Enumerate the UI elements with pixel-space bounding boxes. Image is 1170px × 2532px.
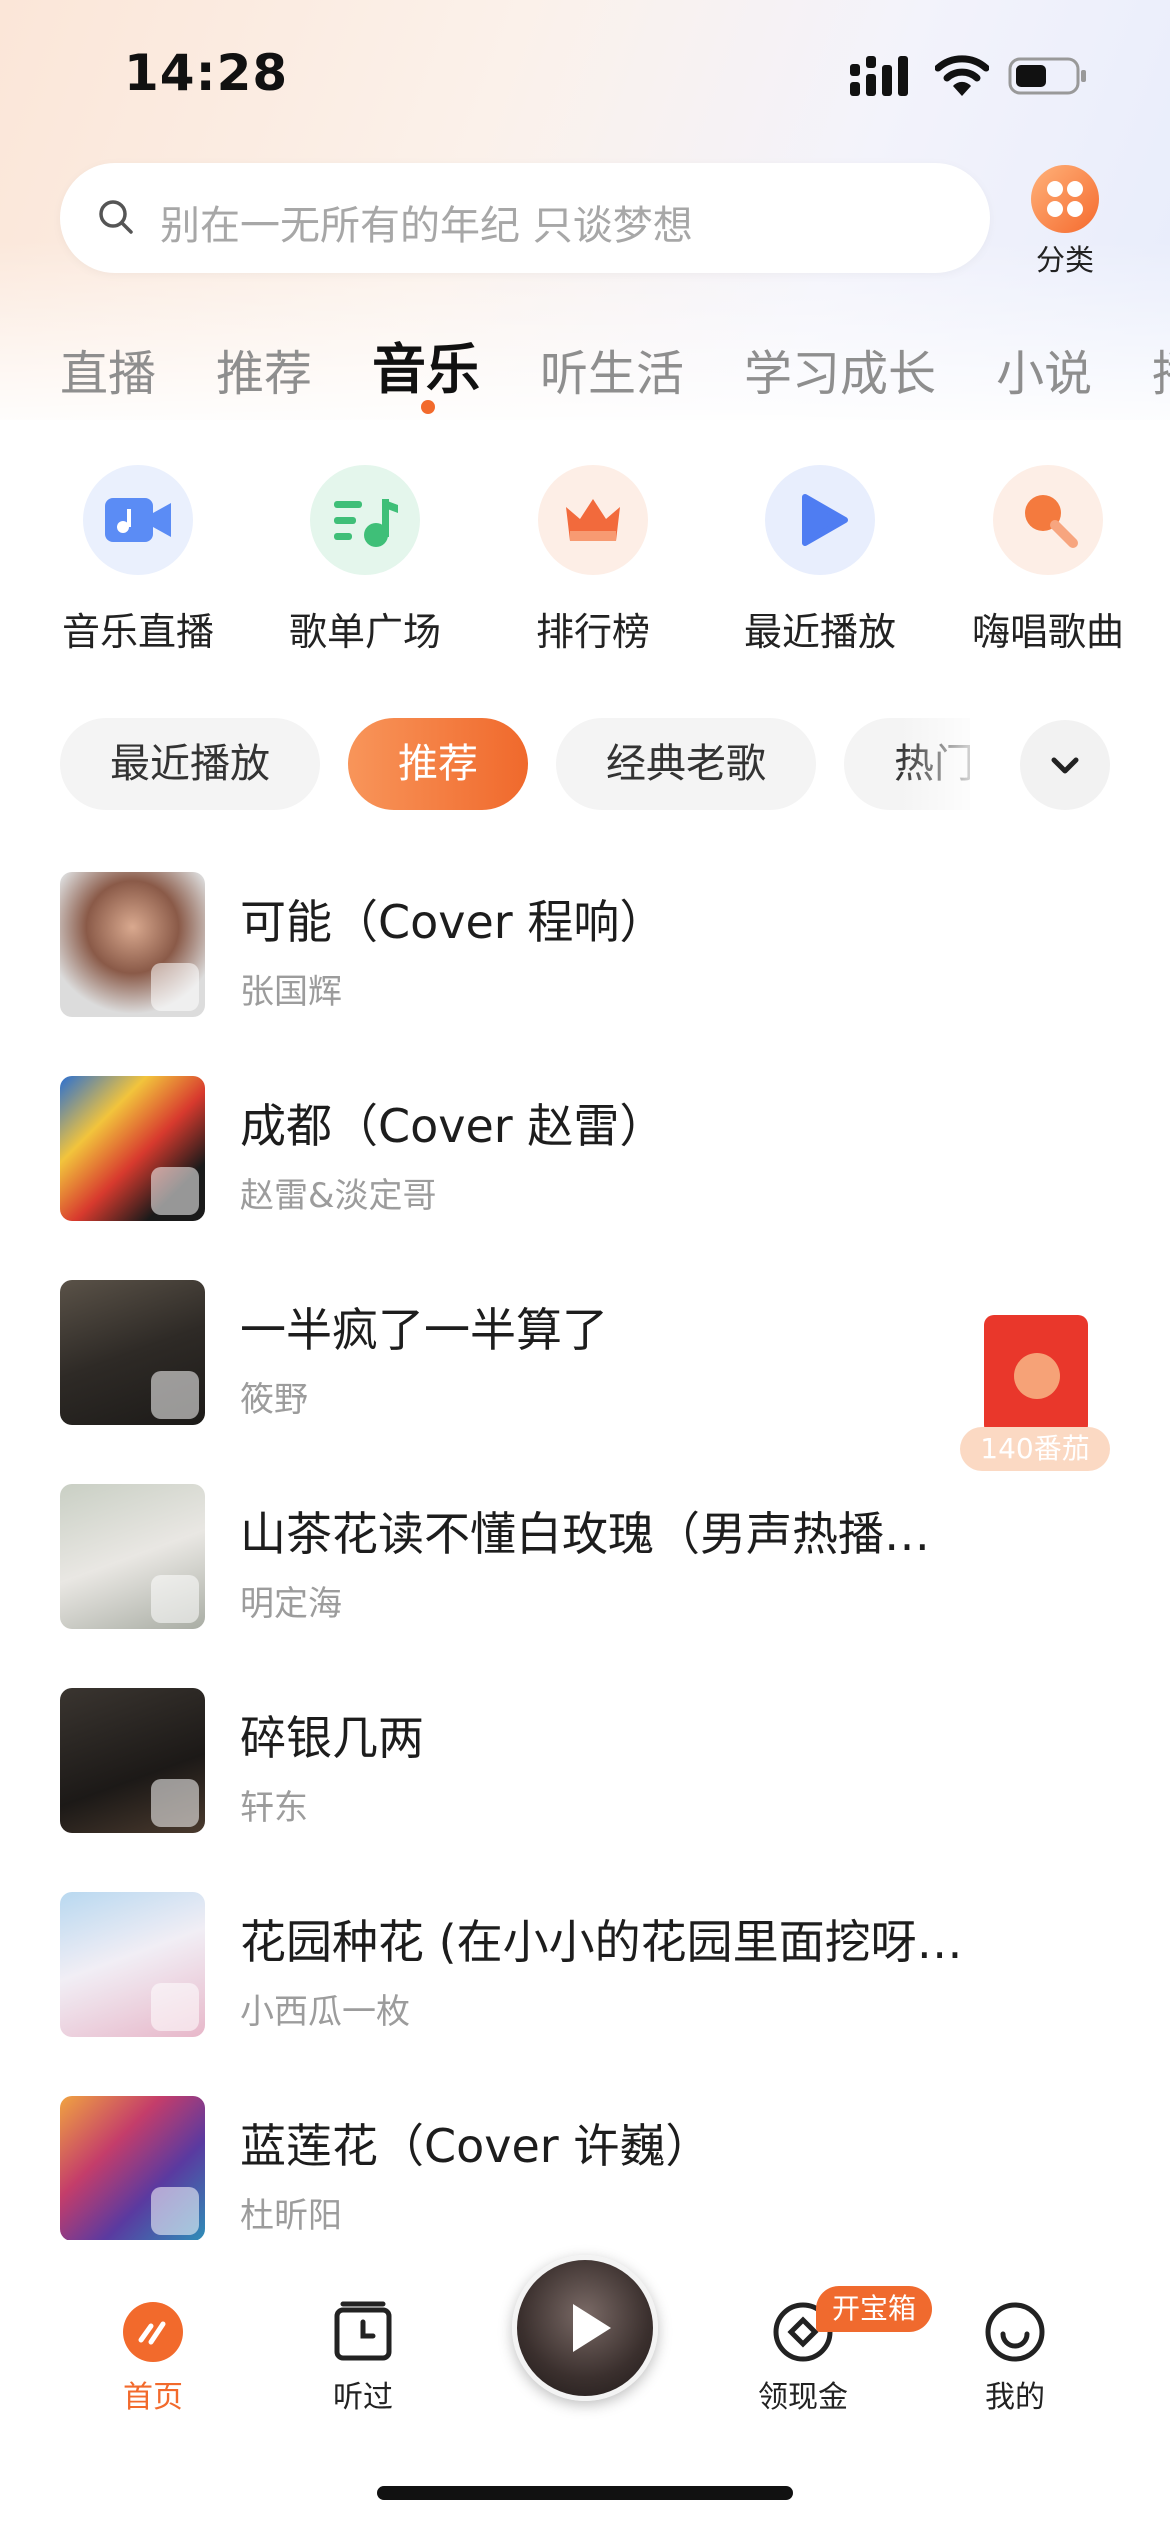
active-tab-indicator — [421, 400, 435, 414]
song-title: 碎银几两 — [240, 1711, 424, 1765]
red-packet-button[interactable] — [984, 1315, 1088, 1435]
tab-novel[interactable]: 小说 — [996, 334, 1092, 404]
playlist-icon — [310, 465, 420, 575]
headphone-icon — [151, 1983, 199, 2031]
tab-life[interactable]: 听生活 — [540, 334, 684, 404]
microphone-icon — [993, 465, 1103, 575]
coin-icon — [1014, 1353, 1060, 1399]
song-cover — [60, 2096, 205, 2241]
tab-learning[interactable]: 学习成长 — [744, 334, 936, 404]
song-item[interactable]: 可能（Cover 程响） 张国辉 — [60, 872, 1110, 1022]
shortcut-label: 排行榜 — [535, 610, 650, 654]
song-cover — [60, 1688, 205, 1833]
wifi-icon — [935, 55, 989, 96]
clock-icon — [331, 2300, 395, 2364]
cellular-signal-icon — [850, 56, 908, 96]
song-item[interactable]: 成都（Cover 赵雷） 赵雷&淡定哥 — [60, 1076, 1110, 1226]
song-artist: 小西瓜一枚 — [240, 1992, 410, 2032]
video-camera-icon — [83, 465, 193, 575]
song-cover — [60, 1892, 205, 2037]
song-title: 花园种花 (在小小的花园里面挖呀… — [240, 1915, 963, 1969]
tab-recommend[interactable]: 推荐 — [216, 334, 312, 404]
shortcut-playlist-square[interactable]: 歌单广场 — [265, 465, 465, 656]
song-cover — [60, 1076, 205, 1221]
category-label: 分类 — [1035, 243, 1094, 277]
headphone-icon — [151, 1371, 199, 1419]
song-artist: 明定海 — [240, 1584, 342, 1624]
song-artist: 筱野 — [240, 1380, 308, 1420]
song-artist: 赵雷&淡定哥 — [240, 1176, 437, 1216]
nav-label: 首页 — [123, 2380, 183, 2415]
chips-fade — [900, 712, 990, 816]
chip-classic[interactable]: 经典老歌 — [556, 718, 816, 810]
headphone-icon — [151, 1167, 199, 1215]
category-button[interactable]: 分类 — [1020, 160, 1110, 280]
song-item[interactable]: 花园种花 (在小小的花园里面挖呀… 小西瓜一枚 — [60, 1892, 1110, 2042]
song-title: 山茶花读不懂白玫瑰（男声热播… — [240, 1507, 930, 1561]
search-bar[interactable]: 别在一无所有的年纪 只谈梦想 — [60, 163, 990, 273]
chip-recent[interactable]: 最近播放 — [60, 718, 320, 810]
headphone-icon — [151, 1779, 199, 1827]
nav-home[interactable]: 首页 — [78, 2300, 228, 2416]
channel-tabs: 直播推荐音乐听生活学习成长小说播 — [60, 325, 1170, 415]
song-cover — [60, 872, 205, 1017]
search-placeholder: 别在一无所有的年纪 只谈梦想 — [160, 203, 693, 249]
search-icon — [99, 200, 133, 234]
shortcut-label: 歌单广场 — [288, 610, 441, 654]
shortcut-music-live[interactable]: 音乐直播 — [38, 465, 238, 656]
nav-label: 领现金 — [758, 2380, 848, 2415]
crown-icon — [538, 465, 648, 575]
red-packet-badge: 140番茄 — [960, 1427, 1110, 1471]
shortcut-charts[interactable]: 排行榜 — [493, 465, 693, 656]
nav-label: 听过 — [333, 2380, 393, 2415]
shortcut-recent-play[interactable]: 最近播放 — [720, 465, 920, 656]
song-artist: 轩东 — [240, 1788, 308, 1828]
nav-history[interactable]: 听过 — [288, 2300, 438, 2416]
song-item[interactable]: 山茶花读不懂白玫瑰（男声热播… 明定海 — [60, 1484, 1110, 1634]
song-cover — [60, 1280, 205, 1425]
tab-music[interactable]: 音乐 — [372, 325, 480, 404]
headphone-icon — [151, 2187, 199, 2235]
song-title: 成都（Cover 赵雷） — [240, 1099, 666, 1153]
status-bar: 14:28 — [0, 0, 1170, 150]
tab-live[interactable]: 直播 — [60, 334, 156, 404]
song-item[interactable]: 蓝莲花（Cover 许巍） 杜昕阳 — [60, 2096, 1110, 2246]
song-artist: 张国辉 — [240, 972, 342, 1012]
grid-dots-icon — [1031, 165, 1099, 233]
headphone-icon — [151, 1575, 199, 1623]
song-item[interactable]: 一半疯了一半算了 筱野 — [60, 1280, 1110, 1430]
nav-label: 我的 — [985, 2380, 1045, 2415]
filter-chips: 最近播放推荐经典老歌热门 — [60, 718, 970, 814]
headphone-icon — [151, 963, 199, 1011]
battery-icon — [1008, 57, 1086, 95]
smile-icon — [983, 2300, 1047, 2364]
tab-broadcast[interactable]: 播 — [1152, 334, 1170, 404]
home-logo-icon — [121, 2300, 185, 2364]
shortcut-karaoke[interactable]: 嗨唱歌曲 — [948, 465, 1148, 656]
song-title: 一半疯了一半算了 — [240, 1303, 608, 1357]
home-indicator — [377, 2486, 793, 2500]
status-time: 14:28 — [124, 44, 289, 102]
shortcut-label: 音乐直播 — [61, 610, 214, 654]
nav-me[interactable]: 我的 — [940, 2300, 1090, 2416]
play-icon — [765, 465, 875, 575]
song-title: 蓝莲花（Cover 许巍） — [240, 2119, 712, 2173]
song-item[interactable]: 碎银几两 轩东 — [60, 1688, 1110, 1838]
song-artist: 杜昕阳 — [240, 2196, 342, 2236]
shortcut-label: 嗨唱歌曲 — [971, 610, 1124, 654]
treasure-box-badge: 开宝箱 — [816, 2286, 933, 2332]
song-cover — [60, 1484, 205, 1629]
chevron-down-icon — [1051, 757, 1079, 774]
play-icon — [573, 2304, 611, 2352]
expand-chips-button[interactable] — [1020, 720, 1110, 810]
shortcut-label: 最近播放 — [743, 610, 896, 654]
now-playing-button[interactable] — [512, 2255, 658, 2401]
song-title: 可能（Cover 程响） — [240, 895, 666, 949]
chip-recommend[interactable]: 推荐 — [348, 718, 528, 810]
